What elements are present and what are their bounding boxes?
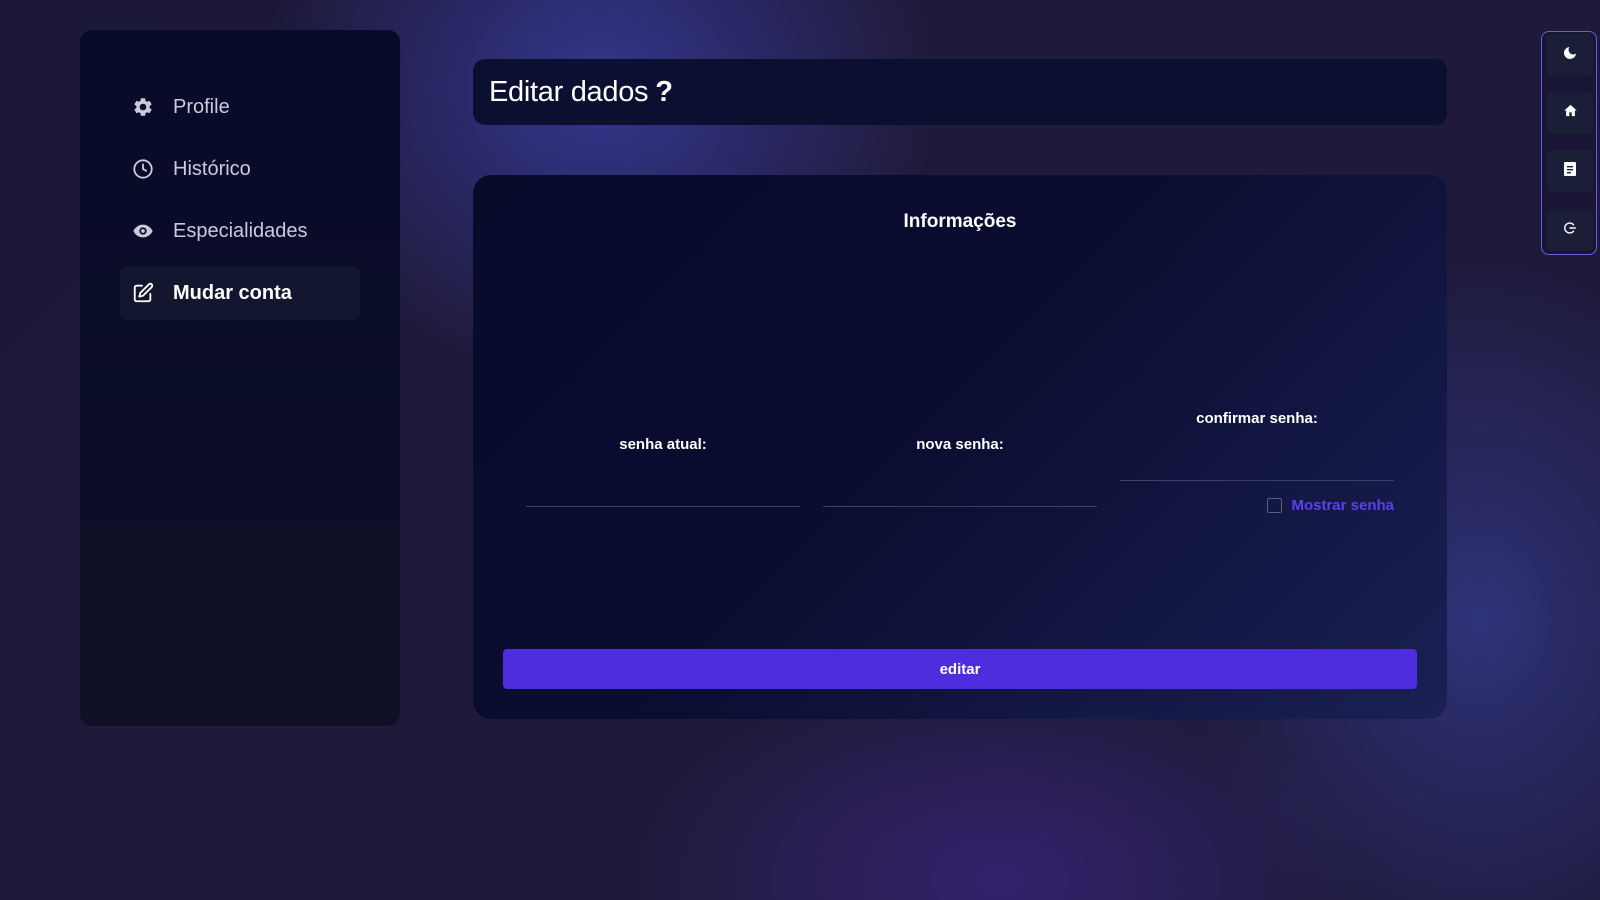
moon-icon <box>1562 45 1578 66</box>
logout-icon <box>1563 221 1577 240</box>
sidebar-item-especialidades[interactable]: Especialidades <box>120 204 360 258</box>
logout-button[interactable] <box>1547 209 1593 251</box>
home-button[interactable] <box>1547 92 1593 134</box>
edit-account-card: Informações senha atual: nova senha: con… <box>473 175 1447 719</box>
new-password-label: nova senha: <box>916 436 1004 453</box>
sidebar-item-profile[interactable]: Profile <box>120 80 360 134</box>
show-password-checkbox[interactable] <box>1267 498 1283 513</box>
document-icon <box>1564 161 1576 181</box>
sidebar-item-label: Mudar conta <box>173 281 292 304</box>
confirm-password-input[interactable] <box>1120 451 1394 481</box>
confirm-password-field: confirmar senha: <box>1120 410 1394 481</box>
theme-toggle-button[interactable] <box>1547 34 1593 76</box>
sidebar-item-label: Histórico <box>173 157 251 180</box>
sidebar-item-mudar-conta[interactable]: Mudar conta <box>120 266 360 320</box>
page-title-suffix: ? <box>655 75 673 108</box>
current-password-field: senha atual: <box>526 436 800 507</box>
sidebar-item-label: Profile <box>173 95 230 118</box>
current-password-input[interactable] <box>526 477 800 507</box>
show-password-label[interactable]: Mostrar senha <box>1291 497 1394 514</box>
confirm-password-label: confirmar senha: <box>1196 410 1318 427</box>
page-title-text: Editar dados <box>489 75 649 108</box>
edit-button[interactable]: editar <box>503 649 1417 689</box>
show-password-toggle[interactable]: Mostrar senha <box>1267 497 1394 514</box>
clock-icon <box>132 158 154 180</box>
card-title: Informações <box>903 211 1017 232</box>
new-password-field: nova senha: <box>823 436 1097 507</box>
eye-icon <box>132 220 154 242</box>
sidebar-item-label: Especialidades <box>173 219 308 242</box>
home-icon <box>1563 103 1578 123</box>
document-button[interactable] <box>1547 150 1593 192</box>
floating-toolbar <box>1541 31 1597 255</box>
current-password-label: senha atual: <box>619 436 707 453</box>
page-title: Editar dados? <box>489 76 673 109</box>
sidebar: Profile Histórico Especialidades Mudar c… <box>80 30 400 726</box>
page-header: Editar dados? <box>473 59 1447 125</box>
new-password-input[interactable] <box>823 477 1097 507</box>
sidebar-item-historico[interactable]: Histórico <box>120 142 360 196</box>
gear-icon <box>132 96 154 118</box>
edit-icon <box>132 282 154 304</box>
